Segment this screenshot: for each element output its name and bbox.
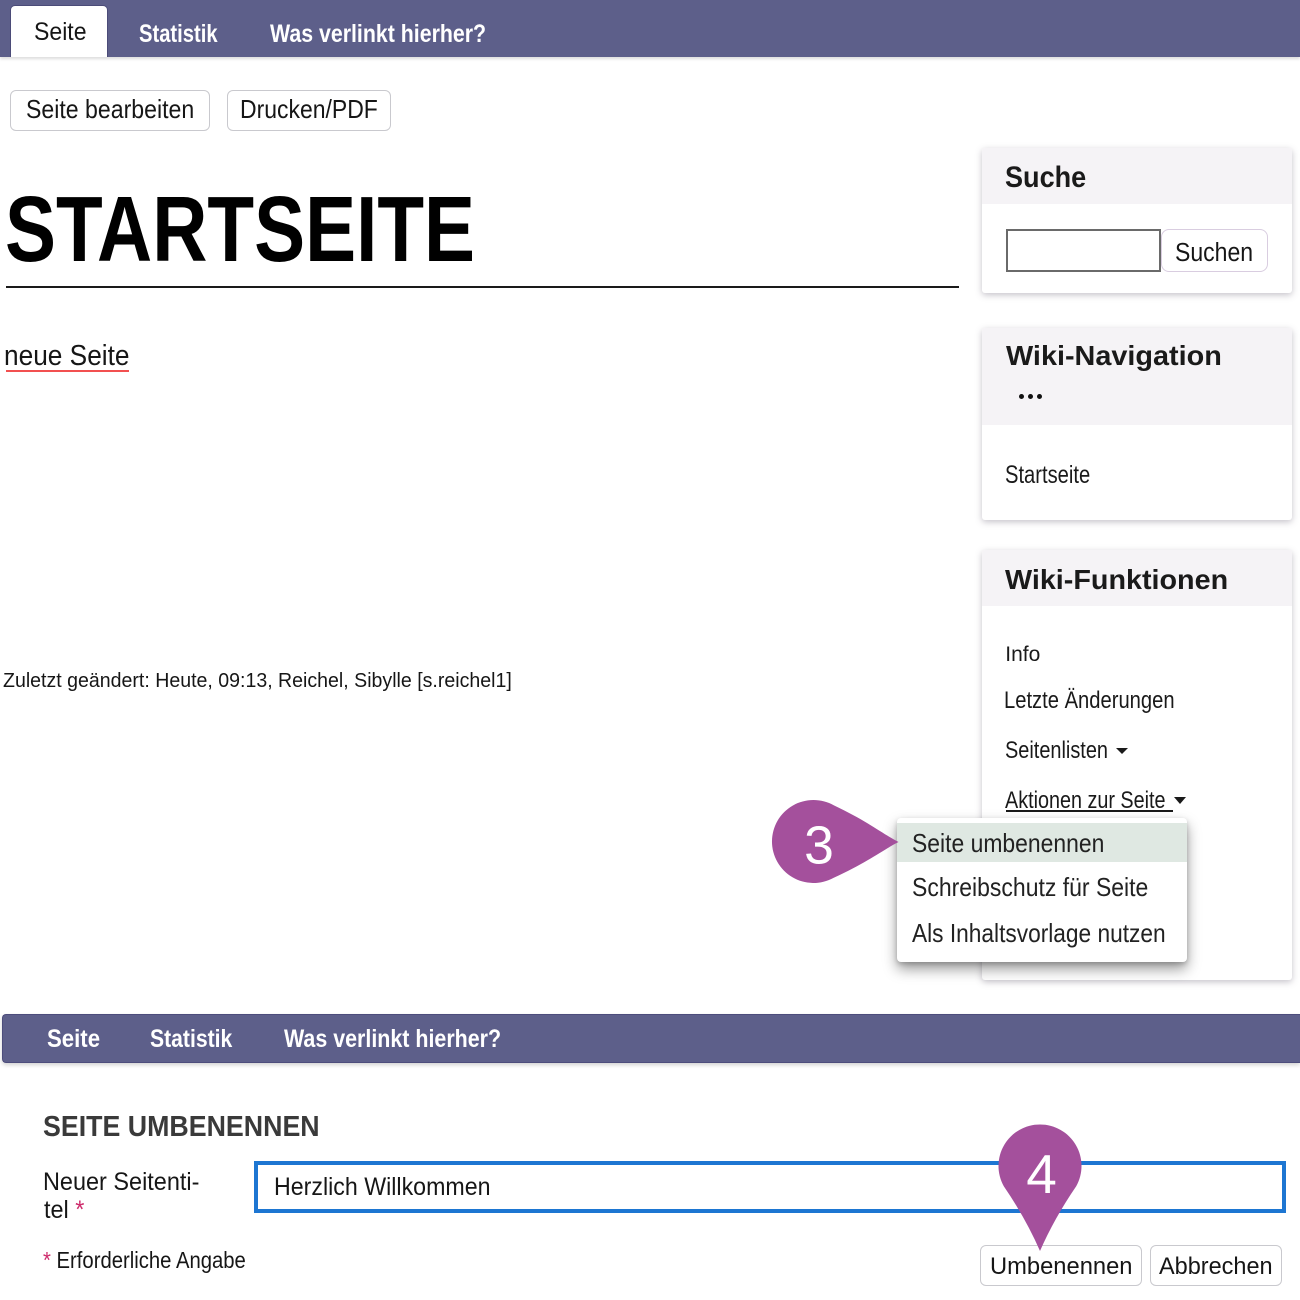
svg-text:4: 4 xyxy=(1026,1143,1057,1205)
svg-text:3: 3 xyxy=(804,816,834,875)
